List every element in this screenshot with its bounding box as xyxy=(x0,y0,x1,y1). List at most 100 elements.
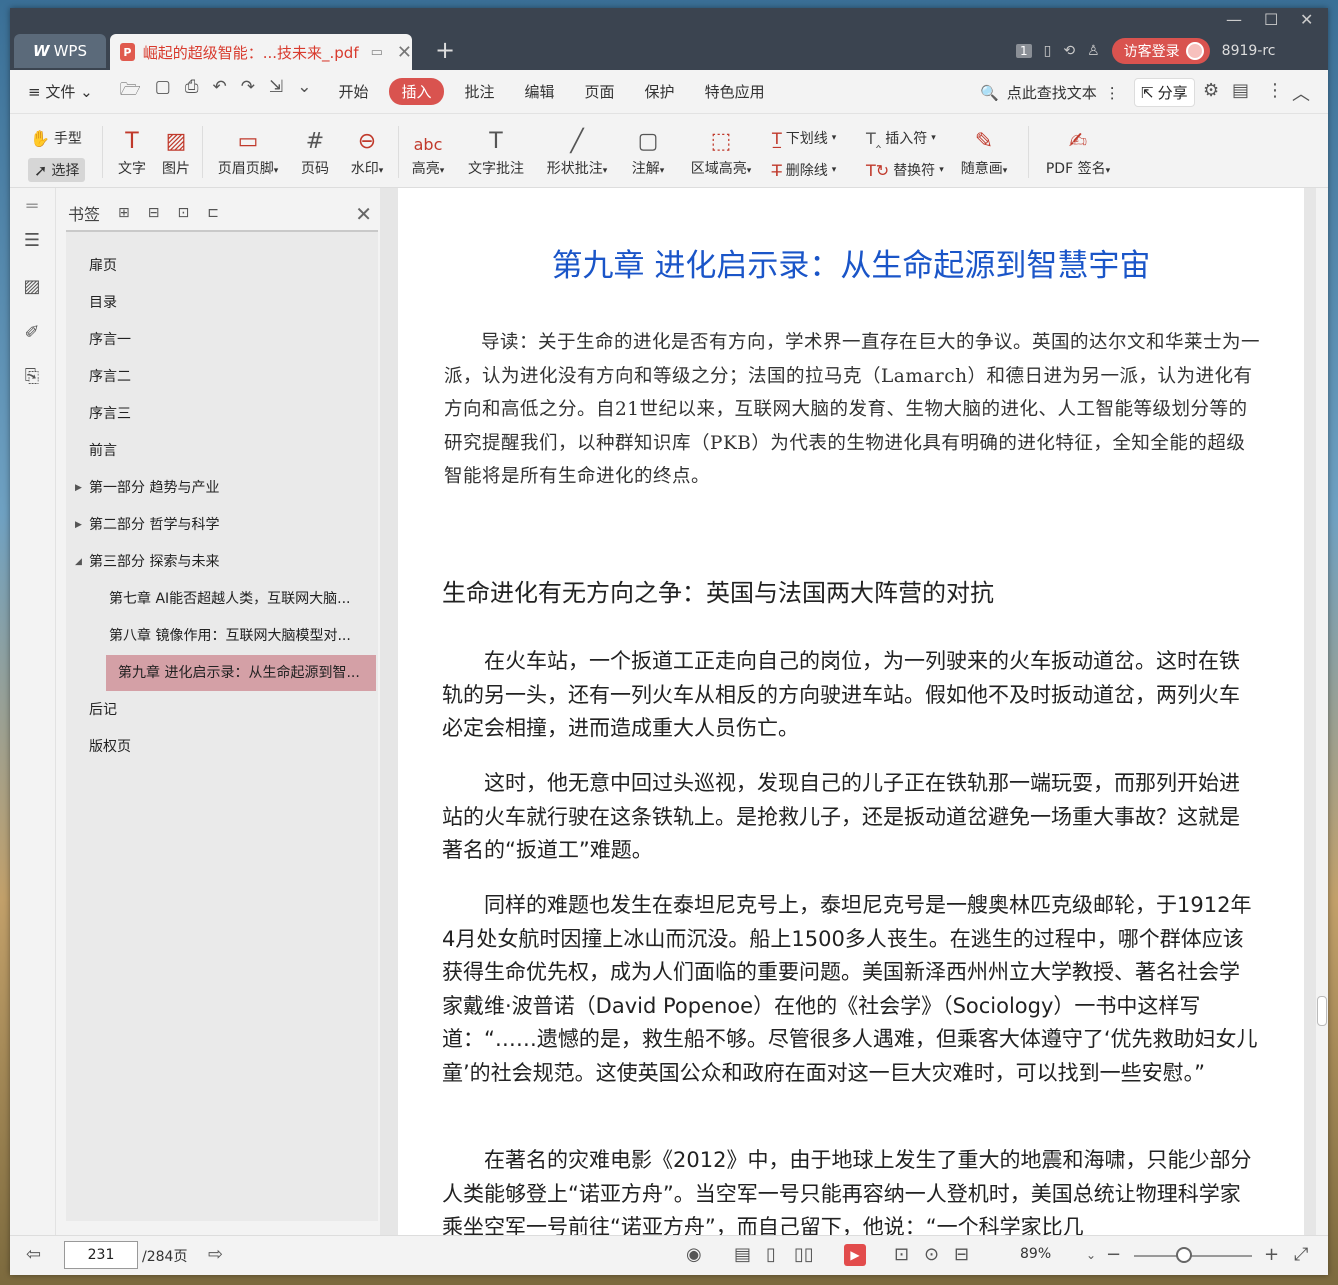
header-footer-button[interactable]: ▭ 页眉页脚▾ xyxy=(210,122,286,178)
outline-icon[interactable]: ☰ xyxy=(21,230,43,252)
shape-note-button[interactable]: ╱ 形状批注▾ xyxy=(540,122,614,178)
bookmark-item-selected[interactable]: 第九章 进化启示录：从生命起源到智... xyxy=(106,655,376,691)
comment-icon[interactable]: ▤ xyxy=(1232,80,1249,101)
tab-wps-home[interactable]: W WPS xyxy=(14,34,106,68)
annotation-icon[interactable]: ✐ xyxy=(21,322,43,344)
expand-arrow-icon[interactable]: ▶ xyxy=(75,507,82,543)
thumbnail-icon[interactable]: ▨ xyxy=(21,276,43,298)
skin-icon[interactable]: ♙ xyxy=(1087,43,1100,59)
bookmark-item[interactable]: 前言 xyxy=(89,433,117,469)
line-icon: ╱ xyxy=(570,129,584,154)
bookmark-item[interactable]: 扉页 xyxy=(89,248,117,284)
fit-page-icon[interactable]: ⊙ xyxy=(924,1244,939,1265)
menu-insert[interactable]: 插入 xyxy=(389,78,444,105)
search-box[interactable]: 🔍 点此查找文本 ⋮ xyxy=(980,82,1120,103)
scrollbar-thumb[interactable] xyxy=(1317,996,1327,1026)
insert-mark-button[interactable]: T‸ 插入符 ▾ xyxy=(866,128,936,148)
menu-annotate[interactable]: 批注 xyxy=(450,81,510,102)
more-chevron-icon[interactable]: ⌄ xyxy=(297,77,311,106)
strikethrough-button[interactable]: T̶ 删除线 ▾ xyxy=(772,160,836,180)
select-tool[interactable]: ➚ 选择 xyxy=(28,158,86,182)
zoom-level[interactable]: 89% xyxy=(1020,1246,1051,1262)
zoom-slider-handle[interactable] xyxy=(1176,1247,1192,1263)
bookmark-item[interactable]: ▶ 第二部分 哲学与科学 xyxy=(75,507,219,543)
page-number-input[interactable]: 231 xyxy=(64,1241,138,1269)
bookmark-item[interactable]: 第七章 AI能否超越人类，互联网大脑... xyxy=(109,581,351,617)
maximize-icon[interactable]: ☐ xyxy=(1264,10,1278,29)
close-tab-icon[interactable]: ✕ xyxy=(397,42,412,63)
hand-tool[interactable]: ✋ 手型 xyxy=(30,128,82,148)
guest-login-button[interactable]: 访客登录 xyxy=(1111,38,1210,64)
document-view[interactable]: 第九章 进化启示录：从生命起源到智慧宇宙 导读：关于生命的进化是否有方向，学术界… xyxy=(380,188,1316,1235)
text-note-button[interactable]: T 文字批注 xyxy=(464,122,528,178)
pdf-sign-button[interactable]: ✍ PDF 签名▾ xyxy=(1040,122,1116,178)
chevron-down-icon: ⌄ xyxy=(75,83,93,101)
expand-arrow-icon[interactable]: ▶ xyxy=(75,470,82,506)
bookmark-item[interactable]: ◢ 第三部分 探索与未来 xyxy=(75,544,219,580)
collapse-all-icon[interactable]: ⊡ xyxy=(177,205,189,221)
menu-protect[interactable]: 保护 xyxy=(630,81,690,102)
eye-care-icon[interactable]: ◉ xyxy=(686,1244,702,1265)
save-icon[interactable]: ▢ xyxy=(155,77,171,106)
zoom-out-icon[interactable]: − xyxy=(1106,1244,1121,1265)
collapse-arrow-icon[interactable]: ◢ xyxy=(75,544,82,580)
page-count-badge[interactable]: 1 xyxy=(1016,44,1032,58)
settings-icon[interactable]: ⚙ xyxy=(1203,80,1219,101)
more-vert-icon[interactable]: ⋮ xyxy=(1266,80,1284,101)
tablet-icon[interactable]: ▯ xyxy=(1044,43,1052,59)
two-page-icon[interactable]: ▯▯ xyxy=(794,1244,814,1265)
bookmark-item[interactable]: 序言一 xyxy=(89,322,131,358)
menu-page[interactable]: 页面 xyxy=(570,81,630,102)
bookmark-item[interactable]: 序言二 xyxy=(89,359,131,395)
fit-width-icon[interactable]: ⊟ xyxy=(954,1244,969,1265)
watermark-button[interactable]: ⊖ 水印▾ xyxy=(344,122,390,178)
prev-page-icon[interactable]: ⇦ xyxy=(26,1244,41,1265)
next-page-icon[interactable]: ⇨ xyxy=(208,1244,223,1265)
bookmark-options-icon[interactable]: ⊏ xyxy=(207,205,219,221)
menu-special[interactable]: 特色应用 xyxy=(690,81,780,102)
replace-mark-button[interactable]: T↻ 替换符 ▾ xyxy=(866,160,944,180)
sync-icon[interactable]: ⟲ xyxy=(1063,43,1075,59)
bookmark-item[interactable]: 版权页 xyxy=(89,729,131,765)
fullscreen-icon[interactable]: ⤢ xyxy=(1294,1244,1308,1265)
close-window-icon[interactable]: ✕ xyxy=(1300,10,1313,29)
add-bookmark-icon[interactable]: ⊞ xyxy=(118,205,130,221)
actual-size-icon[interactable]: ⊡ xyxy=(894,1244,909,1265)
menu-edit[interactable]: 编辑 xyxy=(510,81,570,102)
annotate-button[interactable]: ▢ 注解▾ xyxy=(626,122,670,178)
undo-icon[interactable]: ↶ xyxy=(212,77,226,106)
zoom-slider[interactable] xyxy=(1134,1255,1252,1257)
file-menu[interactable]: ≡ 文件 ⌄ xyxy=(10,81,108,102)
highlight-button[interactable]: abc 高亮▾ xyxy=(406,122,450,178)
collapse-ribbon-icon[interactable]: ︿ xyxy=(1292,80,1310,106)
vertical-scrollbar[interactable] xyxy=(1316,188,1328,1235)
attachment-icon[interactable]: ⎘ xyxy=(21,366,43,388)
zoom-dropdown-icon[interactable]: ⌄ xyxy=(1086,1248,1096,1262)
zoom-in-icon[interactable]: + xyxy=(1264,1244,1279,1265)
continuous-view-icon[interactable]: ▤ xyxy=(734,1244,751,1265)
redo-icon[interactable]: ↷ xyxy=(241,77,255,106)
single-page-icon[interactable]: ▯ xyxy=(766,1244,776,1265)
expand-all-icon[interactable]: ⊟ xyxy=(148,205,160,221)
menu-start[interactable]: 开始 xyxy=(323,81,383,102)
new-tab-button[interactable]: + xyxy=(435,36,455,64)
tab-document[interactable]: P 崛起的超级智能：...技未来_.pdf ▭ ✕ xyxy=(110,34,412,70)
open-folder-icon[interactable]: 🗁 xyxy=(120,77,141,106)
share-button[interactable]: ⇱ 分享 xyxy=(1134,78,1195,107)
close-panel-icon[interactable]: ✕ xyxy=(355,202,372,226)
freehand-button[interactable]: ✎ 随意画▾ xyxy=(954,122,1014,178)
bookmark-item[interactable]: 目录 xyxy=(89,285,117,321)
bookmark-item[interactable]: ▶ 第一部分 趋势与产业 xyxy=(75,470,219,506)
print-icon[interactable]: ⎙ xyxy=(185,77,199,106)
underline-button[interactable]: T̲ 下划线 ▾ xyxy=(772,128,836,148)
insert-text-button[interactable]: T 文字 xyxy=(112,122,152,178)
bookmark-item[interactable]: 后记 xyxy=(89,692,117,728)
play-icon[interactable]: ▶ xyxy=(844,1244,866,1266)
bookmark-item[interactable]: 第八章 镜像作用：互联网大脑模型对... xyxy=(109,618,351,654)
area-highlight-button[interactable]: ⬚ 区域高亮▾ xyxy=(684,122,758,178)
page-number-button[interactable]: # 页码 xyxy=(294,122,336,178)
bookmark-item[interactable]: 序言三 xyxy=(89,396,131,432)
insert-image-button[interactable]: ▨ 图片 xyxy=(156,122,196,178)
export-icon[interactable]: ⇲ xyxy=(269,77,283,106)
minimize-icon[interactable]: — xyxy=(1226,10,1242,29)
